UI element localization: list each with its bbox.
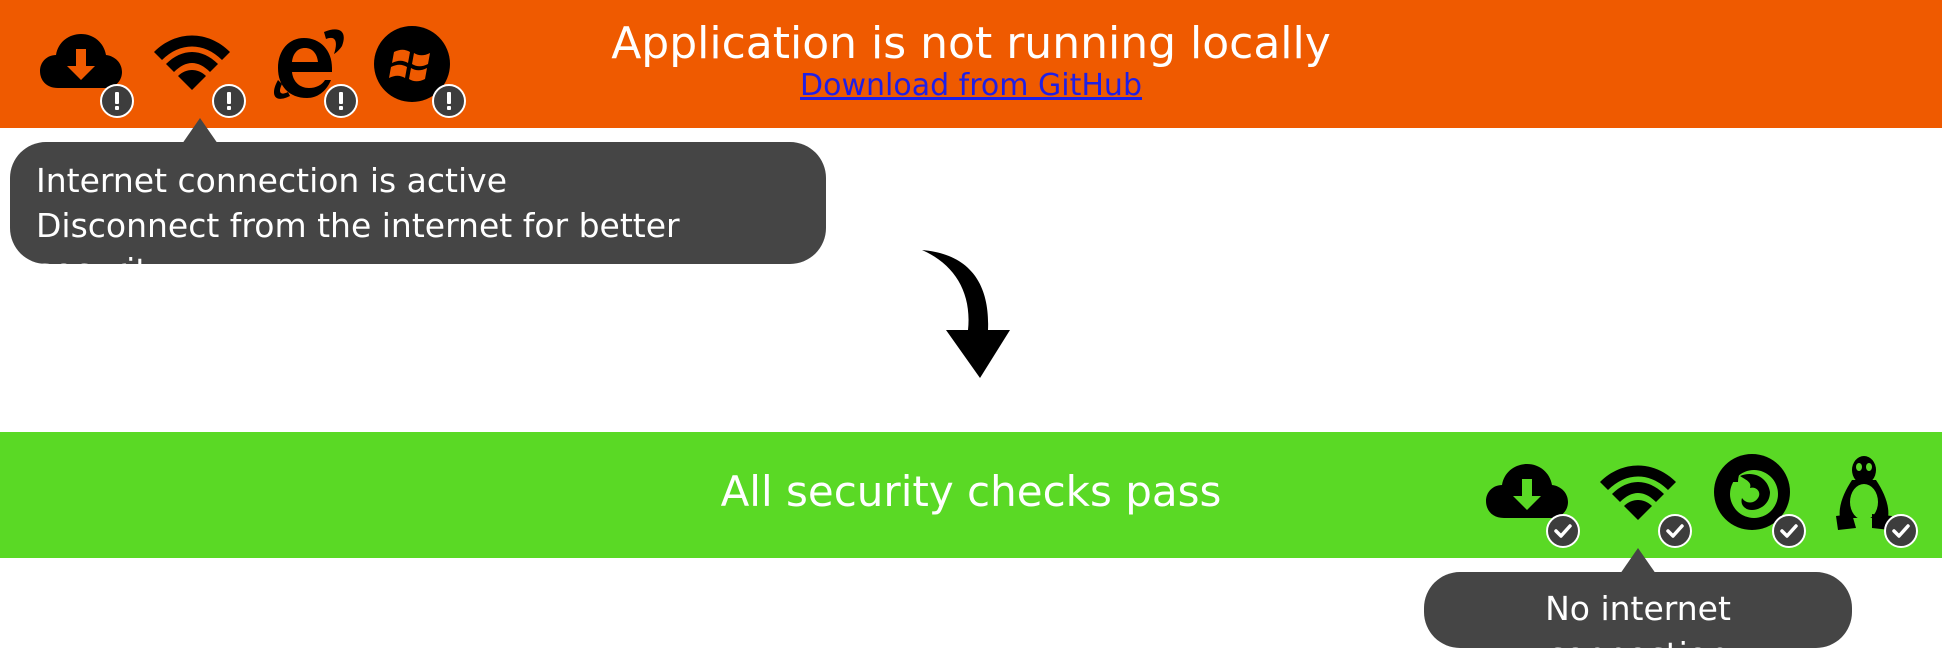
tooltip-line-1: Internet connection is active [36,161,507,200]
success-banner: All security checks pass [0,432,1942,558]
warning-title: Application is not running locally [611,18,1331,69]
warning-banner: Application is not running locally Downl… [0,0,1942,128]
check-badge-icon [1546,514,1580,548]
tooltip-pointer [1620,548,1656,574]
download-link-container: Download from GitHub [0,68,1942,104]
wifi-icon[interactable] [1596,452,1692,548]
page: Application is not running locally Downl… [0,0,1942,650]
tooltip-text: No internet connection [1545,589,1731,650]
check-badge-icon [1772,514,1806,548]
curved-down-arrow-icon [922,250,1010,378]
check-badge-icon [1884,514,1918,548]
tooltip-pointer [182,118,218,144]
download-from-github-link[interactable]: Download from GitHub [800,68,1142,103]
no-internet-tooltip: No internet connection [1424,548,1852,650]
internet-active-tooltip: Internet connection is active Disconnect… [10,118,826,290]
check-badge-icon [1658,514,1692,548]
tooltip-line-2: Disconnect from the internet for better … [36,206,680,290]
linux-tux-icon[interactable] [1822,452,1918,548]
firefox-icon[interactable] [1710,452,1806,548]
cloud-download-icon[interactable] [1484,452,1580,548]
